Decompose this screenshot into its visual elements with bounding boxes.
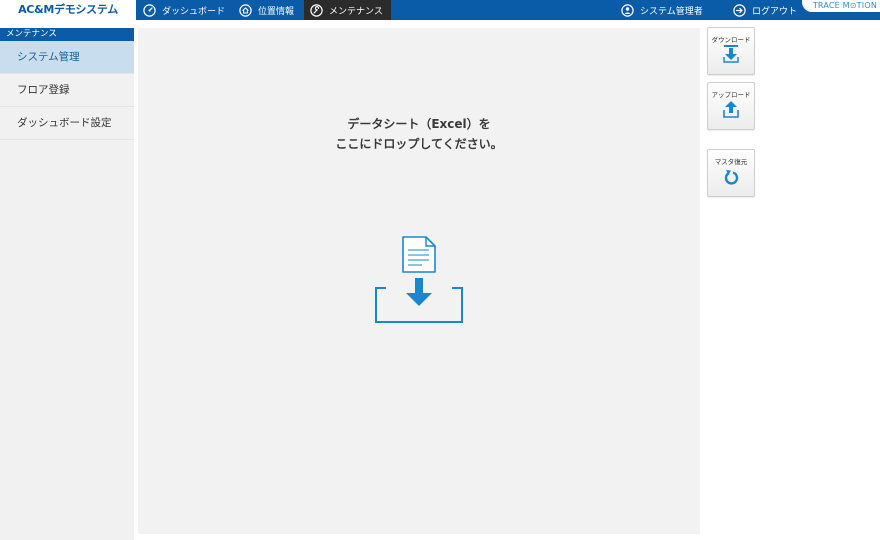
drop-instructions: データシート（Excel）を ここにドロップしてください。 [138, 114, 700, 154]
restore-master-button[interactable]: マスタ復元 [707, 149, 755, 197]
dashboard-icon [143, 3, 156, 17]
drop-instruction-line1: データシート（Excel）を [347, 117, 491, 131]
app-brand[interactable]: AC&Mデモシステム [0, 0, 136, 20]
nav-dashboard-label: ダッシュボード [162, 6, 226, 17]
download-button[interactable]: ダウンロード [707, 27, 755, 75]
download-button-label: ダウンロード [711, 36, 751, 44]
nav-dashboard[interactable]: ダッシュボード [143, 0, 225, 20]
user-icon [621, 3, 634, 17]
sidebar: メンテナンス システム管理 フロア登録 ダッシュボード設定 [0, 28, 134, 540]
sidebar-header: メンテナンス [0, 28, 134, 41]
nav-location-label: 位置情報 [258, 6, 295, 17]
nav-user-label: システム管理者 [640, 6, 703, 17]
nav-maintenance[interactable]: メンテナンス [304, 0, 391, 20]
nav-logout[interactable]: ログアウト [733, 0, 797, 20]
drop-instruction-line2: ここにドロップしてください。 [335, 137, 503, 151]
sidebar-item-system-management[interactable]: システム管理 [0, 41, 134, 74]
home-icon [239, 3, 252, 17]
restore-master-button-label: マスタ復元 [714, 158, 748, 166]
sidebar-item-dashboard-settings[interactable]: ダッシュボード設定 [0, 107, 134, 140]
download-icon [723, 45, 739, 67]
nav-logout-label: ログアウト [752, 6, 798, 17]
top-bar: AC&Mデモシステム ダッシュボード 位置情報 メンテナンス システム管理者 ロ… [0, 0, 880, 20]
upload-button[interactable]: アップロード [707, 82, 755, 130]
logout-icon [733, 3, 746, 17]
file-drop-icon [374, 234, 464, 330]
sidebar-item-floor-registration[interactable]: フロア登録 [0, 74, 134, 107]
upload-button-label: アップロード [711, 91, 751, 99]
file-drop-zone[interactable]: データシート（Excel）を ここにドロップしてください。 [138, 28, 700, 534]
nav-user[interactable]: システム管理者 [621, 0, 703, 20]
nav-maintenance-label: メンテナンス [329, 6, 383, 17]
restore-icon [723, 167, 739, 189]
upload-icon [723, 100, 739, 122]
trace-motion-logo: TRACE M⊙TION [802, 0, 880, 12]
wrench-icon [310, 3, 323, 17]
nav-location[interactable]: 位置情報 [239, 0, 294, 20]
